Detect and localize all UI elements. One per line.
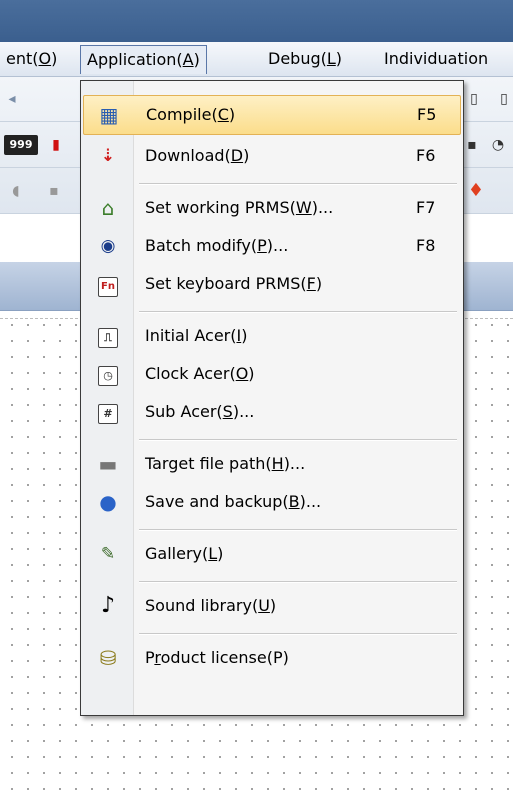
menu-event[interactable]: ent(O) xyxy=(0,48,63,70)
menu-item-label: Initial Acer(I) xyxy=(145,326,248,345)
menu-item-shortcut: F6 xyxy=(416,146,436,165)
toolbar-doc-icon[interactable]: ▯ xyxy=(494,89,513,109)
gallery-icon: ✎ xyxy=(100,544,116,564)
menu-event-accelerator: O xyxy=(38,49,52,68)
menu-application[interactable]: Application(A) xyxy=(80,45,207,74)
toolbar-grid-icon[interactable]: ▪ xyxy=(462,135,482,155)
menu-separator xyxy=(139,529,457,531)
application-dropdown-menu: ▦ Compile(C) F5 ⇣ Download(D) F6 ⌂ Set w… xyxy=(80,80,464,716)
menu-separator xyxy=(139,439,457,441)
menu-separator xyxy=(139,581,457,583)
menu-separator xyxy=(139,311,457,313)
toolbar-red-icon[interactable]: ▮ xyxy=(46,135,66,155)
menu-individuation-label: Individuation xyxy=(384,49,489,68)
menu-item-label: Target file path(H)... xyxy=(145,454,306,473)
menu-item-save-and-backup[interactable]: ● Save and backup(B)... xyxy=(83,483,459,521)
menu-item-label: Save and backup(B)... xyxy=(145,492,322,511)
menu-separator xyxy=(139,183,457,185)
toolbar-gray2-icon[interactable]: ▪ xyxy=(44,181,64,201)
counter-icon[interactable]: 999 xyxy=(4,135,38,155)
menu-item-shortcut: F8 xyxy=(416,236,436,255)
menu-item-label: Sub Acer(S)... xyxy=(145,402,255,421)
menu-application-accelerator: A xyxy=(182,50,194,69)
menu-event-label: ent( xyxy=(6,49,39,68)
menu-item-label: Set working PRMS(W)... xyxy=(145,198,334,217)
menu-item-download[interactable]: ⇣ Download(D) F6 xyxy=(83,137,459,175)
menu-item-set-working-prms[interactable]: ⌂ Set working PRMS(W)... F7 xyxy=(83,189,459,227)
menu-item-compile[interactable]: ▦ Compile(C) F5 xyxy=(83,95,461,135)
menu-item-clock-acer[interactable]: ◷ Clock Acer(O) xyxy=(83,355,459,393)
compile-icon: ▦ xyxy=(99,103,119,127)
menu-item-product-license[interactable]: ⛁ Product license(P) xyxy=(83,639,459,677)
batch-icon: ◉ xyxy=(100,236,116,256)
menu-item-label: Compile(C) xyxy=(146,105,236,124)
menu-separator xyxy=(139,633,457,635)
toolbar-page-icon[interactable]: ▯ xyxy=(464,89,484,109)
menu-item-label: Clock Acer(O) xyxy=(145,364,255,383)
menu-item-label: Download(D) xyxy=(145,146,250,165)
menu-debug-label: Debug( xyxy=(268,49,327,68)
menu-item-set-keyboard-prms[interactable]: Fn Set keyboard PRMS(F) xyxy=(83,265,459,303)
fn-key-icon: Fn xyxy=(97,273,119,297)
menu-item-batch-modify[interactable]: ◉ Batch modify(P)... F8 xyxy=(83,227,459,265)
toolbar-balloon-icon[interactable]: ♦ xyxy=(466,181,486,201)
clock-acer-icon: ◷ xyxy=(97,363,119,386)
menu-application-label: Application( xyxy=(87,50,183,69)
menu-item-label: Sound library(U) xyxy=(145,596,277,615)
toolbar-gray-icon[interactable]: ◖ xyxy=(6,181,26,201)
menu-item-gallery[interactable]: ✎ Gallery(L) xyxy=(83,535,459,573)
drive-icon: ▬ xyxy=(98,452,118,476)
coins-icon: ⛁ xyxy=(99,646,117,670)
menu-item-label: Set keyboard PRMS(F) xyxy=(145,274,323,293)
menu-item-shortcut: F7 xyxy=(416,198,436,217)
menu-bar: ent(O) Application(A) Debug(L) Individua… xyxy=(0,42,513,77)
menu-debug[interactable]: Debug(L) xyxy=(262,48,348,70)
download-icon: ⇣ xyxy=(100,146,116,166)
toolbar-timer-icon[interactable]: ◔ xyxy=(488,135,508,155)
menu-item-initial-acer[interactable]: ⎍ Initial Acer(I) xyxy=(83,317,459,355)
menu-debug-accelerator: L xyxy=(326,49,336,68)
menu-item-shortcut: F5 xyxy=(417,105,437,124)
menu-event-tail: ) xyxy=(51,49,58,68)
window-title-bar xyxy=(0,0,513,42)
menu-item-sound-library[interactable]: ♪ Sound library(U) xyxy=(83,587,459,625)
menu-item-label: Product license(P) xyxy=(145,648,289,667)
menu-individuation[interactable]: Individuation xyxy=(378,48,494,70)
sub-acer-icon: # xyxy=(97,401,119,424)
menu-application-tail: ) xyxy=(193,50,200,69)
menu-item-sub-acer[interactable]: # Sub Acer(S)... xyxy=(83,393,459,431)
home-icon: ⌂ xyxy=(101,196,115,220)
menu-item-label: Batch modify(P)... xyxy=(145,236,289,255)
toolbar-arrow-icon[interactable]: ◂ xyxy=(2,89,22,109)
menu-debug-tail: ) xyxy=(335,49,343,68)
backup-icon: ● xyxy=(99,490,117,514)
initial-acer-icon: ⎍ xyxy=(97,325,119,348)
menu-item-target-file-path[interactable]: ▬ Target file path(H)... xyxy=(83,445,459,483)
menu-item-label: Gallery(L) xyxy=(145,544,224,563)
music-note-icon: ♪ xyxy=(100,593,116,618)
